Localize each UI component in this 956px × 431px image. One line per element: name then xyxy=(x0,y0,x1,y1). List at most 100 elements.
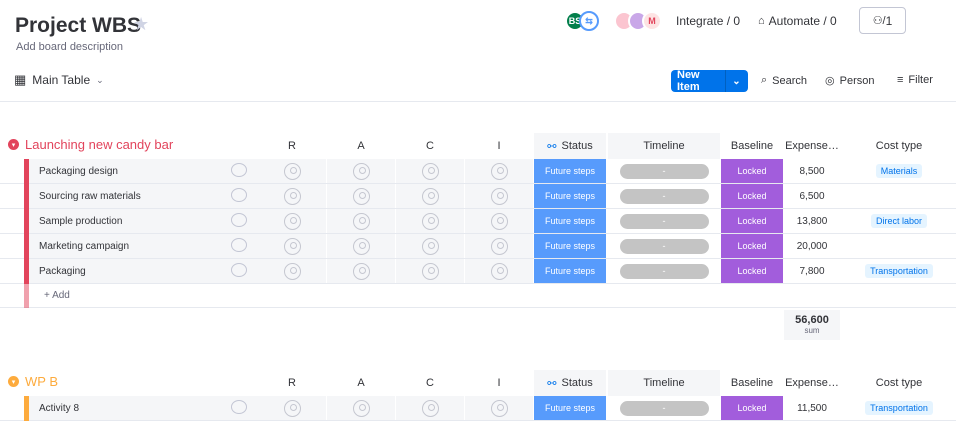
column-header-a[interactable]: A xyxy=(327,133,395,159)
person-cell-a[interactable] xyxy=(327,259,395,283)
timeline-cell[interactable]: - xyxy=(608,259,720,283)
board-title[interactable]: Project WBS xyxy=(15,14,141,38)
person-cell-i[interactable] xyxy=(465,209,533,233)
baseline-cell[interactable]: Locked xyxy=(721,396,783,420)
item-name-cell[interactable]: Sample production xyxy=(29,209,258,233)
person-cell-r[interactable] xyxy=(258,159,326,183)
expenses-cell[interactable]: 13,800 xyxy=(784,209,840,233)
person-cell-r[interactable] xyxy=(258,209,326,233)
board-description[interactable]: Add board description xyxy=(16,41,123,53)
new-item-button[interactable]: New Item ⌄ xyxy=(671,69,748,93)
person-cell-a[interactable] xyxy=(327,209,395,233)
cost-type-cell[interactable]: Direct labor xyxy=(842,209,956,233)
person-cell-c[interactable] xyxy=(396,159,464,183)
status-cell[interactable]: Future steps xyxy=(534,209,606,233)
column-header-c[interactable]: C xyxy=(396,133,464,159)
baseline-cell[interactable]: Locked xyxy=(721,209,783,233)
expenses-cell[interactable]: 11,500 xyxy=(784,396,840,420)
table-row[interactable]: Packaging design Future steps - Locked 8… xyxy=(0,159,956,184)
expenses-cell[interactable]: 20,000 xyxy=(784,234,840,258)
cost-type-cell[interactable]: Transportation xyxy=(842,259,956,283)
group-title[interactable]: ▾ WP B xyxy=(8,374,58,389)
table-row[interactable]: Sample production Future steps - Locked … xyxy=(0,209,956,234)
chevron-down-icon[interactable]: ⌄ xyxy=(725,70,747,92)
comment-bubble-icon[interactable] xyxy=(231,263,247,277)
comment-bubble-icon[interactable] xyxy=(231,400,247,414)
status-cell[interactable]: Future steps xyxy=(534,234,606,258)
timeline-cell[interactable]: - xyxy=(608,234,720,258)
baseline-cell[interactable]: Locked xyxy=(721,184,783,208)
column-header-i[interactable]: I xyxy=(465,133,533,159)
filter-button[interactable]: ≡ Filter xyxy=(897,74,933,86)
status-cell[interactable]: Future steps xyxy=(534,396,606,420)
item-name[interactable]: Packaging design xyxy=(39,166,118,177)
column-header-status[interactable]: ⚯ Status xyxy=(534,370,606,396)
person-cell-r[interactable] xyxy=(258,234,326,258)
add-item-row[interactable]: + Add xyxy=(0,284,956,308)
item-name[interactable]: Sourcing raw materials xyxy=(39,191,141,202)
column-header-baseline[interactable]: Baseline xyxy=(721,370,783,396)
person-cell-i[interactable] xyxy=(465,259,533,283)
person-cell-i[interactable] xyxy=(465,234,533,258)
column-header-status[interactable]: ⚯ Status xyxy=(534,133,606,159)
item-name-cell[interactable]: Packaging design xyxy=(29,159,258,183)
column-header-r[interactable]: R xyxy=(258,133,326,159)
group-title[interactable]: ▾ Launching new candy bar xyxy=(8,137,173,152)
person-filter-button[interactable]: ◎ Person xyxy=(825,74,874,88)
automate-button[interactable]: ⌂ Automate / 0 xyxy=(758,14,837,28)
timeline-cell[interactable]: - xyxy=(608,184,720,208)
person-cell-c[interactable] xyxy=(396,259,464,283)
column-header-cost-type[interactable]: Cost type xyxy=(842,370,956,396)
person-cell-i[interactable] xyxy=(465,396,533,420)
cost-type-cell[interactable]: Materials xyxy=(842,159,956,183)
cost-type-cell[interactable]: Transportation xyxy=(842,396,956,420)
person-cell-r[interactable] xyxy=(258,259,326,283)
cost-type-cell[interactable] xyxy=(842,184,956,208)
person-cell-r[interactable] xyxy=(258,396,326,420)
search-button[interactable]: ⌕ Search xyxy=(761,74,807,87)
board-members[interactable]: BS ⇆ xyxy=(565,10,599,32)
item-name[interactable]: Activity 8 xyxy=(39,403,79,414)
person-cell-a[interactable] xyxy=(327,234,395,258)
expenses-cell[interactable]: 8,500 xyxy=(784,159,840,183)
timeline-cell[interactable]: - xyxy=(608,209,720,233)
person-cell-a[interactable] xyxy=(327,159,395,183)
comment-bubble-icon[interactable] xyxy=(231,213,247,227)
timeline-cell[interactable]: - xyxy=(608,159,720,183)
item-name-cell[interactable]: Marketing campaign xyxy=(29,234,258,258)
comment-bubble-icon[interactable] xyxy=(231,188,247,202)
baseline-cell[interactable]: Locked xyxy=(721,159,783,183)
status-cell[interactable]: Future steps xyxy=(534,184,606,208)
item-name-cell[interactable]: Sourcing raw materials xyxy=(29,184,258,208)
column-header-expenses[interactable]: Expense… xyxy=(784,370,840,396)
column-header-a[interactable]: A xyxy=(327,370,395,396)
item-name-cell[interactable]: Packaging xyxy=(29,259,258,283)
timeline-cell[interactable]: - xyxy=(608,396,720,420)
collapse-icon[interactable]: ▾ xyxy=(8,139,19,150)
column-header-expenses[interactable]: Expense… xyxy=(784,133,840,159)
person-cell-i[interactable] xyxy=(465,184,533,208)
column-header-timeline[interactable]: Timeline xyxy=(608,370,720,396)
person-cell-c[interactable] xyxy=(396,209,464,233)
table-row[interactable]: Activity 8 Future steps - Locked 11,500 … xyxy=(0,396,956,421)
table-row[interactable]: Sourcing raw materials Future steps - Lo… xyxy=(0,184,956,209)
item-name[interactable]: Packaging xyxy=(39,266,86,277)
item-name[interactable]: Marketing campaign xyxy=(39,241,129,252)
person-cell-r[interactable] xyxy=(258,184,326,208)
members-icon[interactable]: ⇆ xyxy=(579,11,599,31)
person-cell-a[interactable] xyxy=(327,184,395,208)
integration-icons[interactable]: M xyxy=(614,10,662,32)
person-cell-c[interactable] xyxy=(396,184,464,208)
person-cell-c[interactable] xyxy=(396,234,464,258)
column-header-c[interactable]: C xyxy=(396,370,464,396)
baseline-cell[interactable]: Locked xyxy=(721,259,783,283)
comment-bubble-icon[interactable] xyxy=(231,238,247,252)
cost-type-cell[interactable] xyxy=(842,234,956,258)
comment-bubble-icon[interactable] xyxy=(231,163,247,177)
person-cell-i[interactable] xyxy=(465,159,533,183)
column-header-baseline[interactable]: Baseline xyxy=(721,133,783,159)
invite-members-button[interactable]: ⚇/ 1 xyxy=(859,7,906,34)
collapse-icon[interactable]: ▾ xyxy=(8,376,19,387)
table-row[interactable]: Marketing campaign Future steps - Locked… xyxy=(0,234,956,259)
baseline-cell[interactable]: Locked xyxy=(721,234,783,258)
